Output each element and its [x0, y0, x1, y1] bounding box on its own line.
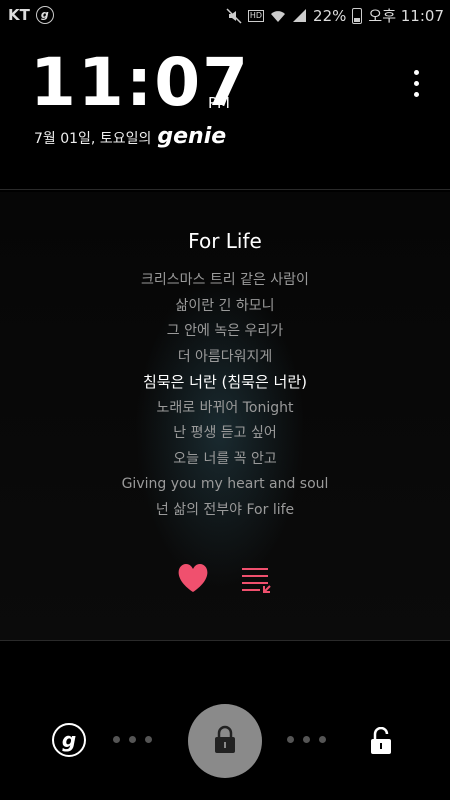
battery-percent: 22% [313, 6, 347, 25]
lyric-line: 삶이란 긴 하모니 [175, 297, 275, 314]
lyric-line: 넌 삶의 전부야 For life [155, 501, 295, 518]
battery-icon [352, 7, 363, 24]
lyric-line: 노래로 바뀌어 Tonight [156, 399, 294, 416]
more-options-icon[interactable] [414, 70, 420, 97]
lyric-line: 아 다시 태어나대도 [0, 523, 450, 526]
mute-icon [226, 7, 242, 24]
wifi-icon [271, 10, 286, 22]
playlist-icon[interactable] [240, 566, 272, 594]
genie-g-icon[interactable]: g [52, 723, 86, 757]
carrier-label: KT [8, 6, 30, 24]
status-left: KT g [8, 6, 54, 24]
like-heart-icon[interactable] [176, 563, 210, 593]
lockscreen-date: 7월 01일, 토요일의 [34, 131, 152, 147]
status-right: HD 22% 오후 11:07 [226, 5, 444, 26]
genie-logo: genie [157, 124, 227, 149]
divider [0, 189, 450, 190]
status-bar: KT g HD 22% 오후 11:07 [0, 0, 450, 30]
lyric-line: 더 아름다워지게 [177, 348, 273, 365]
song-title: For Life [188, 229, 262, 253]
status-time: 오후 11:07 [368, 7, 444, 25]
lyric-line: 크리스마스 트리 같은 사람이 [141, 272, 309, 288]
current-lyric-line: 침묵은 너란 (침묵은 너란) [142, 373, 307, 391]
swipe-dots-left [113, 736, 152, 743]
lyrics-panel[interactable]: 크리스마스 트리 같은 사람이삶이란 긴 하모니그 안에 녹은 우리가더 아름다… [0, 268, 450, 526]
lock-icon [215, 725, 235, 753]
clock-ampm: PM [208, 94, 230, 112]
genie-notification-icon: g [35, 6, 54, 24]
lyric-line: 그 안에 녹은 우리가 [166, 323, 284, 339]
date-line: 7월 01일, 토요일의 genie [34, 124, 226, 149]
swipe-dots-right [287, 736, 326, 743]
signal-icon [293, 9, 307, 22]
divider [0, 640, 450, 641]
hd-voice-icon: HD [247, 9, 265, 22]
lyric-line: Giving you my heart and soul [121, 476, 329, 492]
lyric-line: 오늘 너를 꼭 안고 [173, 450, 277, 467]
lyric-line: 난 평생 듣고 싶어 [173, 425, 277, 441]
unlock-icon[interactable] [368, 727, 394, 755]
